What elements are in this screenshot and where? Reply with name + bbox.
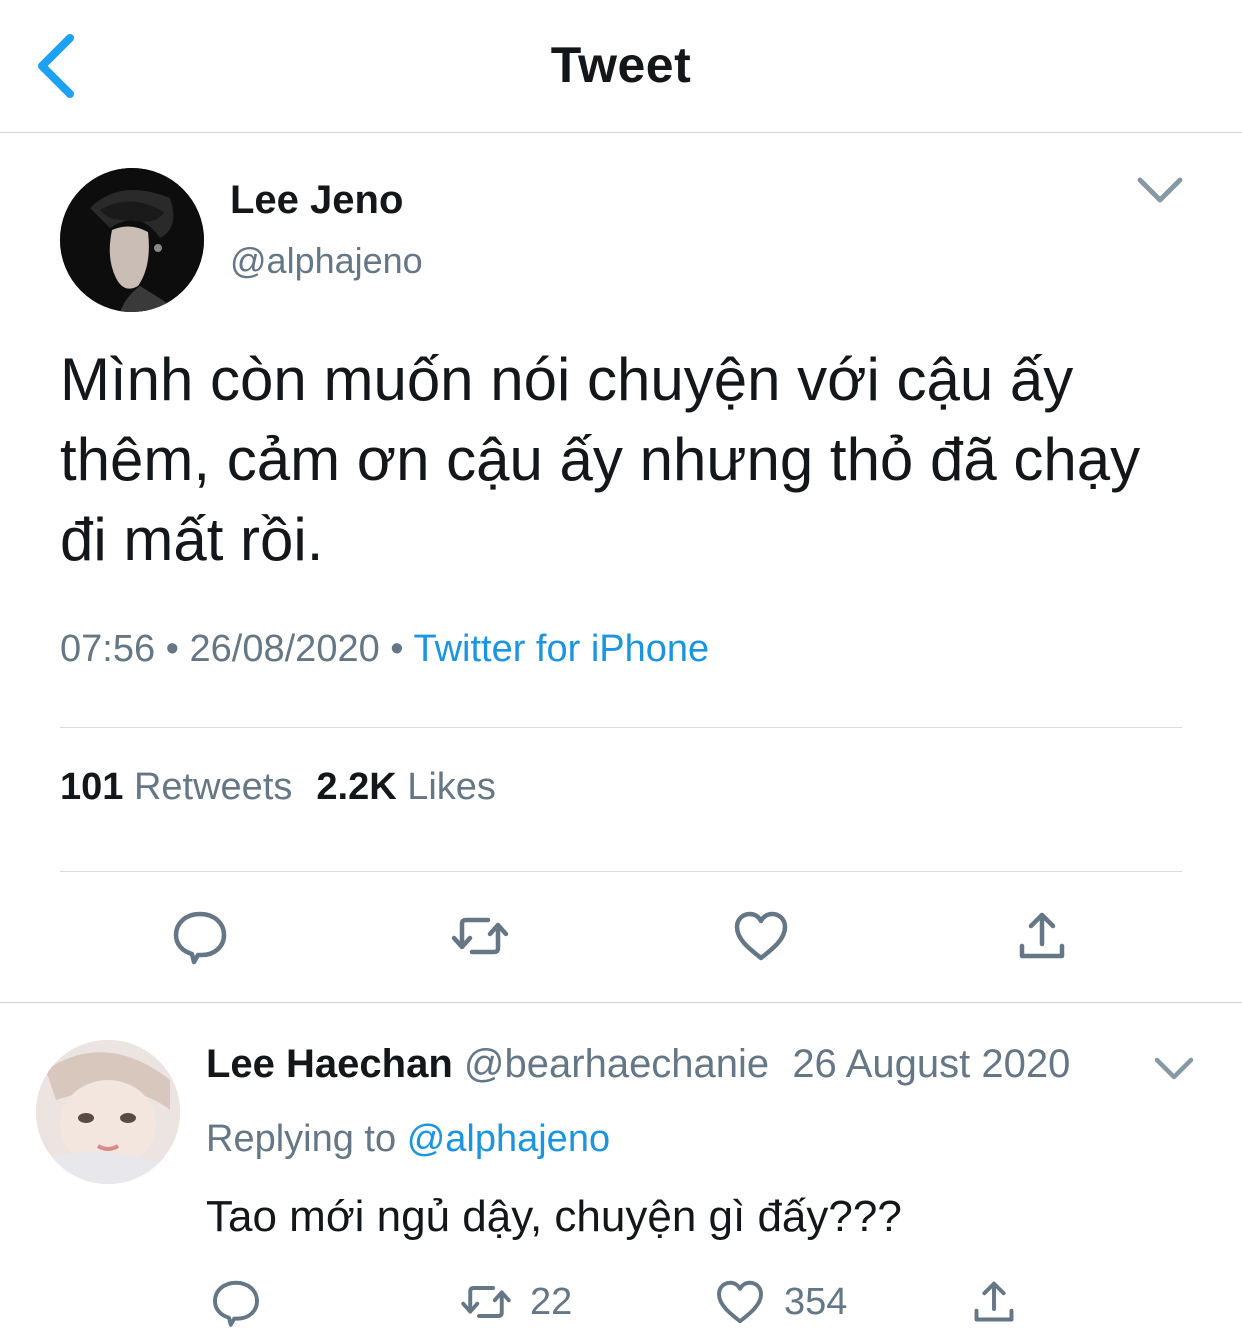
retweet-count: 101 <box>60 766 124 808</box>
reply-icon <box>173 911 227 965</box>
tweet-source-link[interactable]: Twitter for iPhone <box>413 628 709 670</box>
share-button[interactable] <box>1010 904 1074 968</box>
reply-button[interactable] <box>168 904 232 968</box>
tweet-stats: 101 Retweets 2.2K Likes <box>60 766 496 809</box>
reply-like-count: 354 <box>784 1280 848 1323</box>
author-handle[interactable]: @alphajeno <box>230 240 423 282</box>
reply-more-options-button[interactable] <box>1152 1050 1196 1088</box>
heart-icon <box>717 1280 763 1324</box>
tweet-time: 07:56 <box>60 628 156 670</box>
like-button[interactable] <box>729 904 793 968</box>
heart-icon <box>734 911 788 961</box>
reply-date: 26 August 2020 <box>792 1042 1071 1086</box>
reply-like-button[interactable]: 354 <box>712 1274 847 1330</box>
divider <box>60 727 1182 728</box>
tweet-text: Mình còn muốn nói chuyện với cậu ấy thêm… <box>60 346 1141 573</box>
likes-stat[interactable]: 2.2K Likes <box>316 766 496 808</box>
retweet-button[interactable] <box>448 904 512 968</box>
reply-reply-button[interactable] <box>208 1274 264 1330</box>
retweet-icon <box>451 917 509 955</box>
avatar-image <box>60 168 204 312</box>
more-options-button[interactable] <box>1134 168 1186 212</box>
reply-author-name[interactable]: Lee Haechan <box>206 1042 453 1086</box>
reply-avatar[interactable] <box>36 1040 180 1184</box>
page-title: Tweet <box>550 37 692 93</box>
retweet-label: Retweets <box>133 766 293 808</box>
chevron-down-icon <box>1154 1057 1194 1080</box>
replying-mention-link[interactable]: @alphajeno <box>407 1118 610 1160</box>
retweet-icon <box>461 1286 511 1318</box>
divider <box>0 1002 1242 1003</box>
reply-author-handle[interactable]: @bearhaechanie <box>464 1042 769 1086</box>
meta-separator: • <box>165 628 179 670</box>
avatar[interactable] <box>60 168 204 312</box>
meta-separator: • <box>390 628 404 670</box>
retweets-stat[interactable]: 101 Retweets <box>60 766 292 808</box>
replying-to: Replying to @alphajeno <box>206 1118 610 1161</box>
tweet-meta: 07:56 • 26/08/2020 • Twitter for iPhone <box>60 628 709 671</box>
reply-retweet-count: 22 <box>530 1280 573 1323</box>
reply-retweet-button[interactable]: 22 <box>458 1274 572 1330</box>
reply-icon <box>213 1280 259 1327</box>
chevron-down-icon <box>1137 177 1183 203</box>
reply-header: Lee Haechan @bearhaechanie 26 August 202… <box>206 1042 1070 1087</box>
author-name[interactable]: Lee Jeno <box>230 178 403 223</box>
share-icon <box>1019 912 1065 959</box>
share-icon <box>974 1281 1014 1322</box>
like-count: 2.2K <box>316 766 397 808</box>
divider <box>60 871 1182 872</box>
reply-share-button[interactable] <box>966 1274 1022 1330</box>
like-label: Likes <box>407 766 496 808</box>
tweet-date: 26/08/2020 <box>189 628 380 670</box>
avatar-image <box>36 1040 180 1184</box>
replying-prefix: Replying to <box>206 1118 397 1160</box>
reply-text: Tao mới ngủ dậy, chuyện gì đấy??? <box>206 1192 902 1241</box>
